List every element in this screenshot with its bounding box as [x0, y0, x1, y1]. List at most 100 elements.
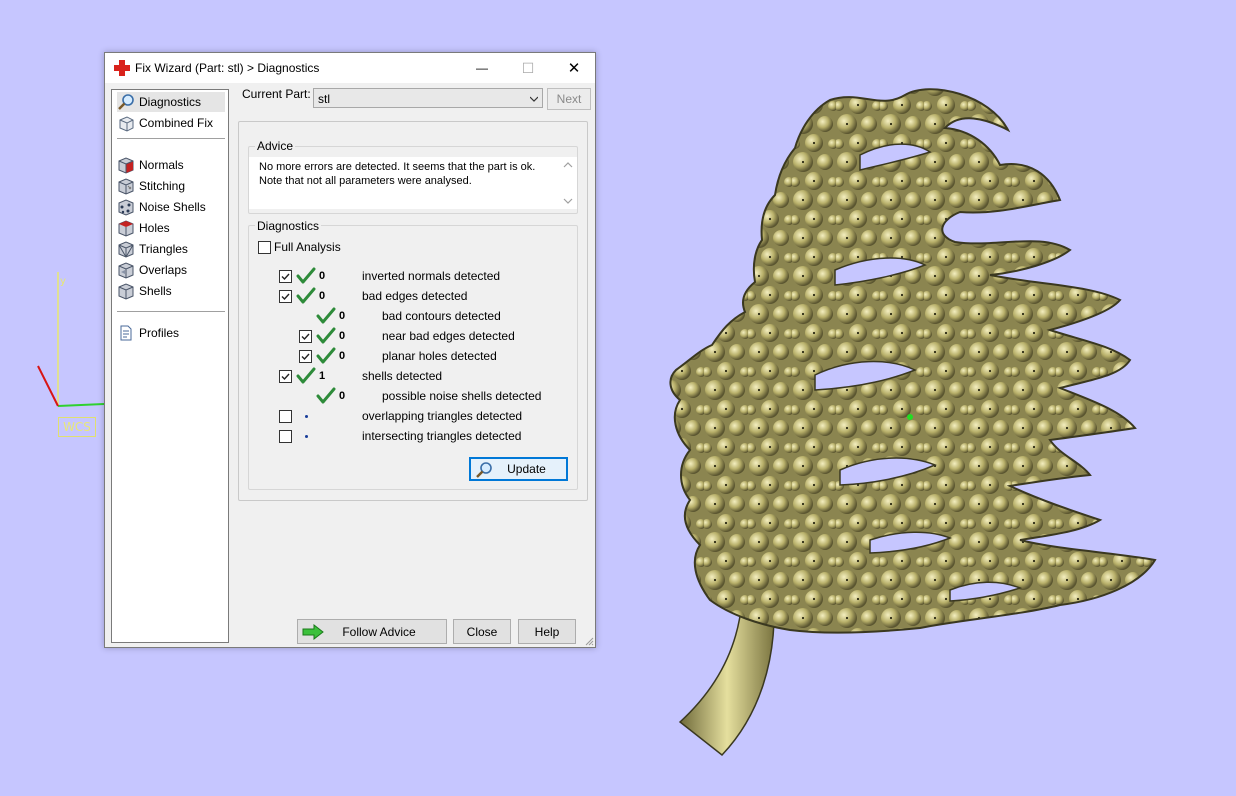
check-ok-icon: [296, 267, 316, 284]
chevron-down-icon: [530, 96, 538, 102]
planar-holes-label: planar holes detected: [382, 349, 497, 363]
sidebar-item-label: Shells: [139, 284, 172, 298]
svg-text:y: y: [60, 276, 66, 287]
close-button[interactable]: Close: [453, 619, 511, 644]
bad-edges-label: bad edges detected: [362, 289, 468, 303]
sidebar-item-label: Stitching: [139, 179, 186, 193]
near-bad-edges-count: 0: [339, 330, 346, 342]
sidebar-item-label: Triangles: [139, 242, 188, 256]
sidebar-item-label: Profiles: [139, 326, 180, 340]
update-label: Update: [507, 462, 546, 476]
magnifier-icon: [476, 462, 492, 478]
check-ok-icon: [316, 327, 336, 344]
check-ok-icon: [316, 307, 336, 324]
red-cross-icon: [114, 60, 130, 76]
sidebar-item-normals[interactable]: Normals: [117, 155, 184, 175]
check-ok-icon: [296, 367, 316, 384]
close-window-button[interactable]: ✕: [551, 53, 597, 83]
noise-shells-count: 0: [339, 390, 346, 402]
window-title: Fix Wizard (Part: stl) > Diagnostics: [135, 61, 320, 75]
normals-cube-icon: [118, 157, 134, 174]
wcs-axes-icon: y: [37, 272, 105, 407]
minimize-icon: —: [476, 61, 488, 75]
help-button[interactable]: Help: [518, 619, 576, 644]
shells-checkbox[interactable]: [279, 370, 292, 383]
inverted-normals-label: inverted normals detected: [362, 269, 501, 283]
near-bad-edges-checkbox[interactable]: [299, 330, 312, 343]
check-ok-icon: [296, 287, 316, 304]
stitching-cube-icon: [118, 178, 134, 195]
bad-contours-count: 0: [339, 310, 346, 322]
maximize-button[interactable]: ☐: [505, 53, 551, 83]
sidebar-item-label: Holes: [139, 221, 170, 235]
sidebar-item-label: Combined Fix: [139, 116, 214, 130]
sidebar-divider: [117, 311, 225, 312]
advice-text: No more errors are detected. It seems th…: [259, 160, 535, 188]
cube-icon: [119, 116, 134, 132]
noise-shells-icon: [118, 199, 134, 216]
bad-edges-checkbox[interactable]: [279, 290, 292, 303]
planar-holes-count: 0: [339, 350, 346, 362]
full-analysis-label: Full Analysis: [274, 240, 341, 254]
check-ok-icon: [316, 347, 336, 364]
update-button[interactable]: Update: [469, 457, 568, 481]
noise-shells-label: possible noise shells detected: [382, 389, 542, 403]
follow-advice-label: Follow Advice: [342, 624, 416, 639]
sidebar-item-label: Noise Shells: [139, 200, 206, 214]
pending-dot-icon: [305, 415, 308, 418]
shells-cube-icon: [118, 283, 134, 300]
holes-cube-icon: [118, 220, 134, 237]
sidebar-item-overlaps[interactable]: Overlaps: [117, 260, 187, 280]
next-button[interactable]: Next: [547, 88, 591, 110]
sidebar-item-triangles[interactable]: Triangles: [117, 239, 188, 259]
close-icon: ✕: [567, 60, 581, 77]
bad-contours-label: bad contours detected: [382, 309, 501, 323]
shells-count: 1: [319, 370, 326, 382]
overlapping-triangles-checkbox[interactable]: [279, 410, 292, 423]
arrow-right-icon: [302, 624, 324, 640]
sidebar-item-label: Overlaps: [139, 263, 188, 277]
sidebar-item-diagnostics[interactable]: Diagnostics: [117, 92, 225, 112]
planar-holes-checkbox[interactable]: [299, 350, 312, 363]
advice-scrollbar[interactable]: [559, 157, 577, 209]
diagnostics-title: Diagnostics: [255, 219, 322, 233]
leaf-model: [669, 88, 1157, 634]
sidebar-item-shells[interactable]: Shells: [117, 281, 172, 301]
intersecting-triangles-label: intersecting triangles detected: [362, 429, 522, 443]
advice-title: Advice: [255, 139, 296, 153]
sidebar-item-holes[interactable]: Holes: [117, 218, 170, 238]
title-bar[interactable]: Fix Wizard (Part: stl) > Diagnostics — ☐…: [105, 53, 595, 83]
sidebar-item-combined-fix[interactable]: Combined Fix: [117, 113, 213, 133]
shells-label: shells detected: [362, 369, 443, 383]
wizard-sidebar: Diagnostics Combined Fix Normals Stitchi…: [111, 89, 229, 643]
document-icon: [120, 325, 132, 341]
bad-edges-count: 0: [319, 290, 326, 302]
current-part-label: Current Part:: [242, 87, 311, 101]
minimize-button[interactable]: —: [459, 53, 505, 83]
resize-grip-icon[interactable]: [584, 636, 594, 646]
sidebar-item-profiles[interactable]: Profiles: [117, 323, 179, 343]
near-bad-edges-label: near bad edges detected: [382, 329, 515, 343]
check-ok-icon: [316, 387, 336, 404]
advice-line-2: Note that not all parameters were analys…: [259, 175, 472, 187]
sidebar-item-stitching[interactable]: Stitching: [117, 176, 185, 196]
full-analysis-checkbox[interactable]: [258, 241, 271, 254]
sidebar-item-noise-shells[interactable]: Noise Shells: [117, 197, 206, 217]
follow-advice-button[interactable]: Follow Advice: [297, 619, 447, 644]
inverted-normals-count: 0: [319, 270, 326, 282]
current-part-value: stl: [318, 92, 330, 106]
inverted-normals-checkbox[interactable]: [279, 270, 292, 283]
advice-line-1: No more errors are detected. It seems th…: [259, 161, 536, 173]
triangles-cube-icon: [118, 241, 134, 258]
advice-textbox[interactable]: No more errors are detected. It seems th…: [249, 157, 577, 209]
wcs-label: WCS: [58, 417, 96, 437]
current-part-select[interactable]: stl: [313, 88, 543, 108]
fix-wizard-window: Fix Wizard (Part: stl) > Diagnostics — ☐…: [104, 52, 596, 648]
sidebar-item-label: Normals: [139, 158, 184, 172]
overlapping-triangles-label: overlapping triangles detected: [362, 409, 523, 423]
intersecting-triangles-checkbox[interactable]: [279, 430, 292, 443]
maximize-icon: ☐: [521, 59, 535, 76]
sidebar-item-label: Diagnostics: [139, 95, 202, 109]
sidebar-divider: [117, 138, 225, 139]
overlaps-cube-icon: [118, 262, 134, 279]
